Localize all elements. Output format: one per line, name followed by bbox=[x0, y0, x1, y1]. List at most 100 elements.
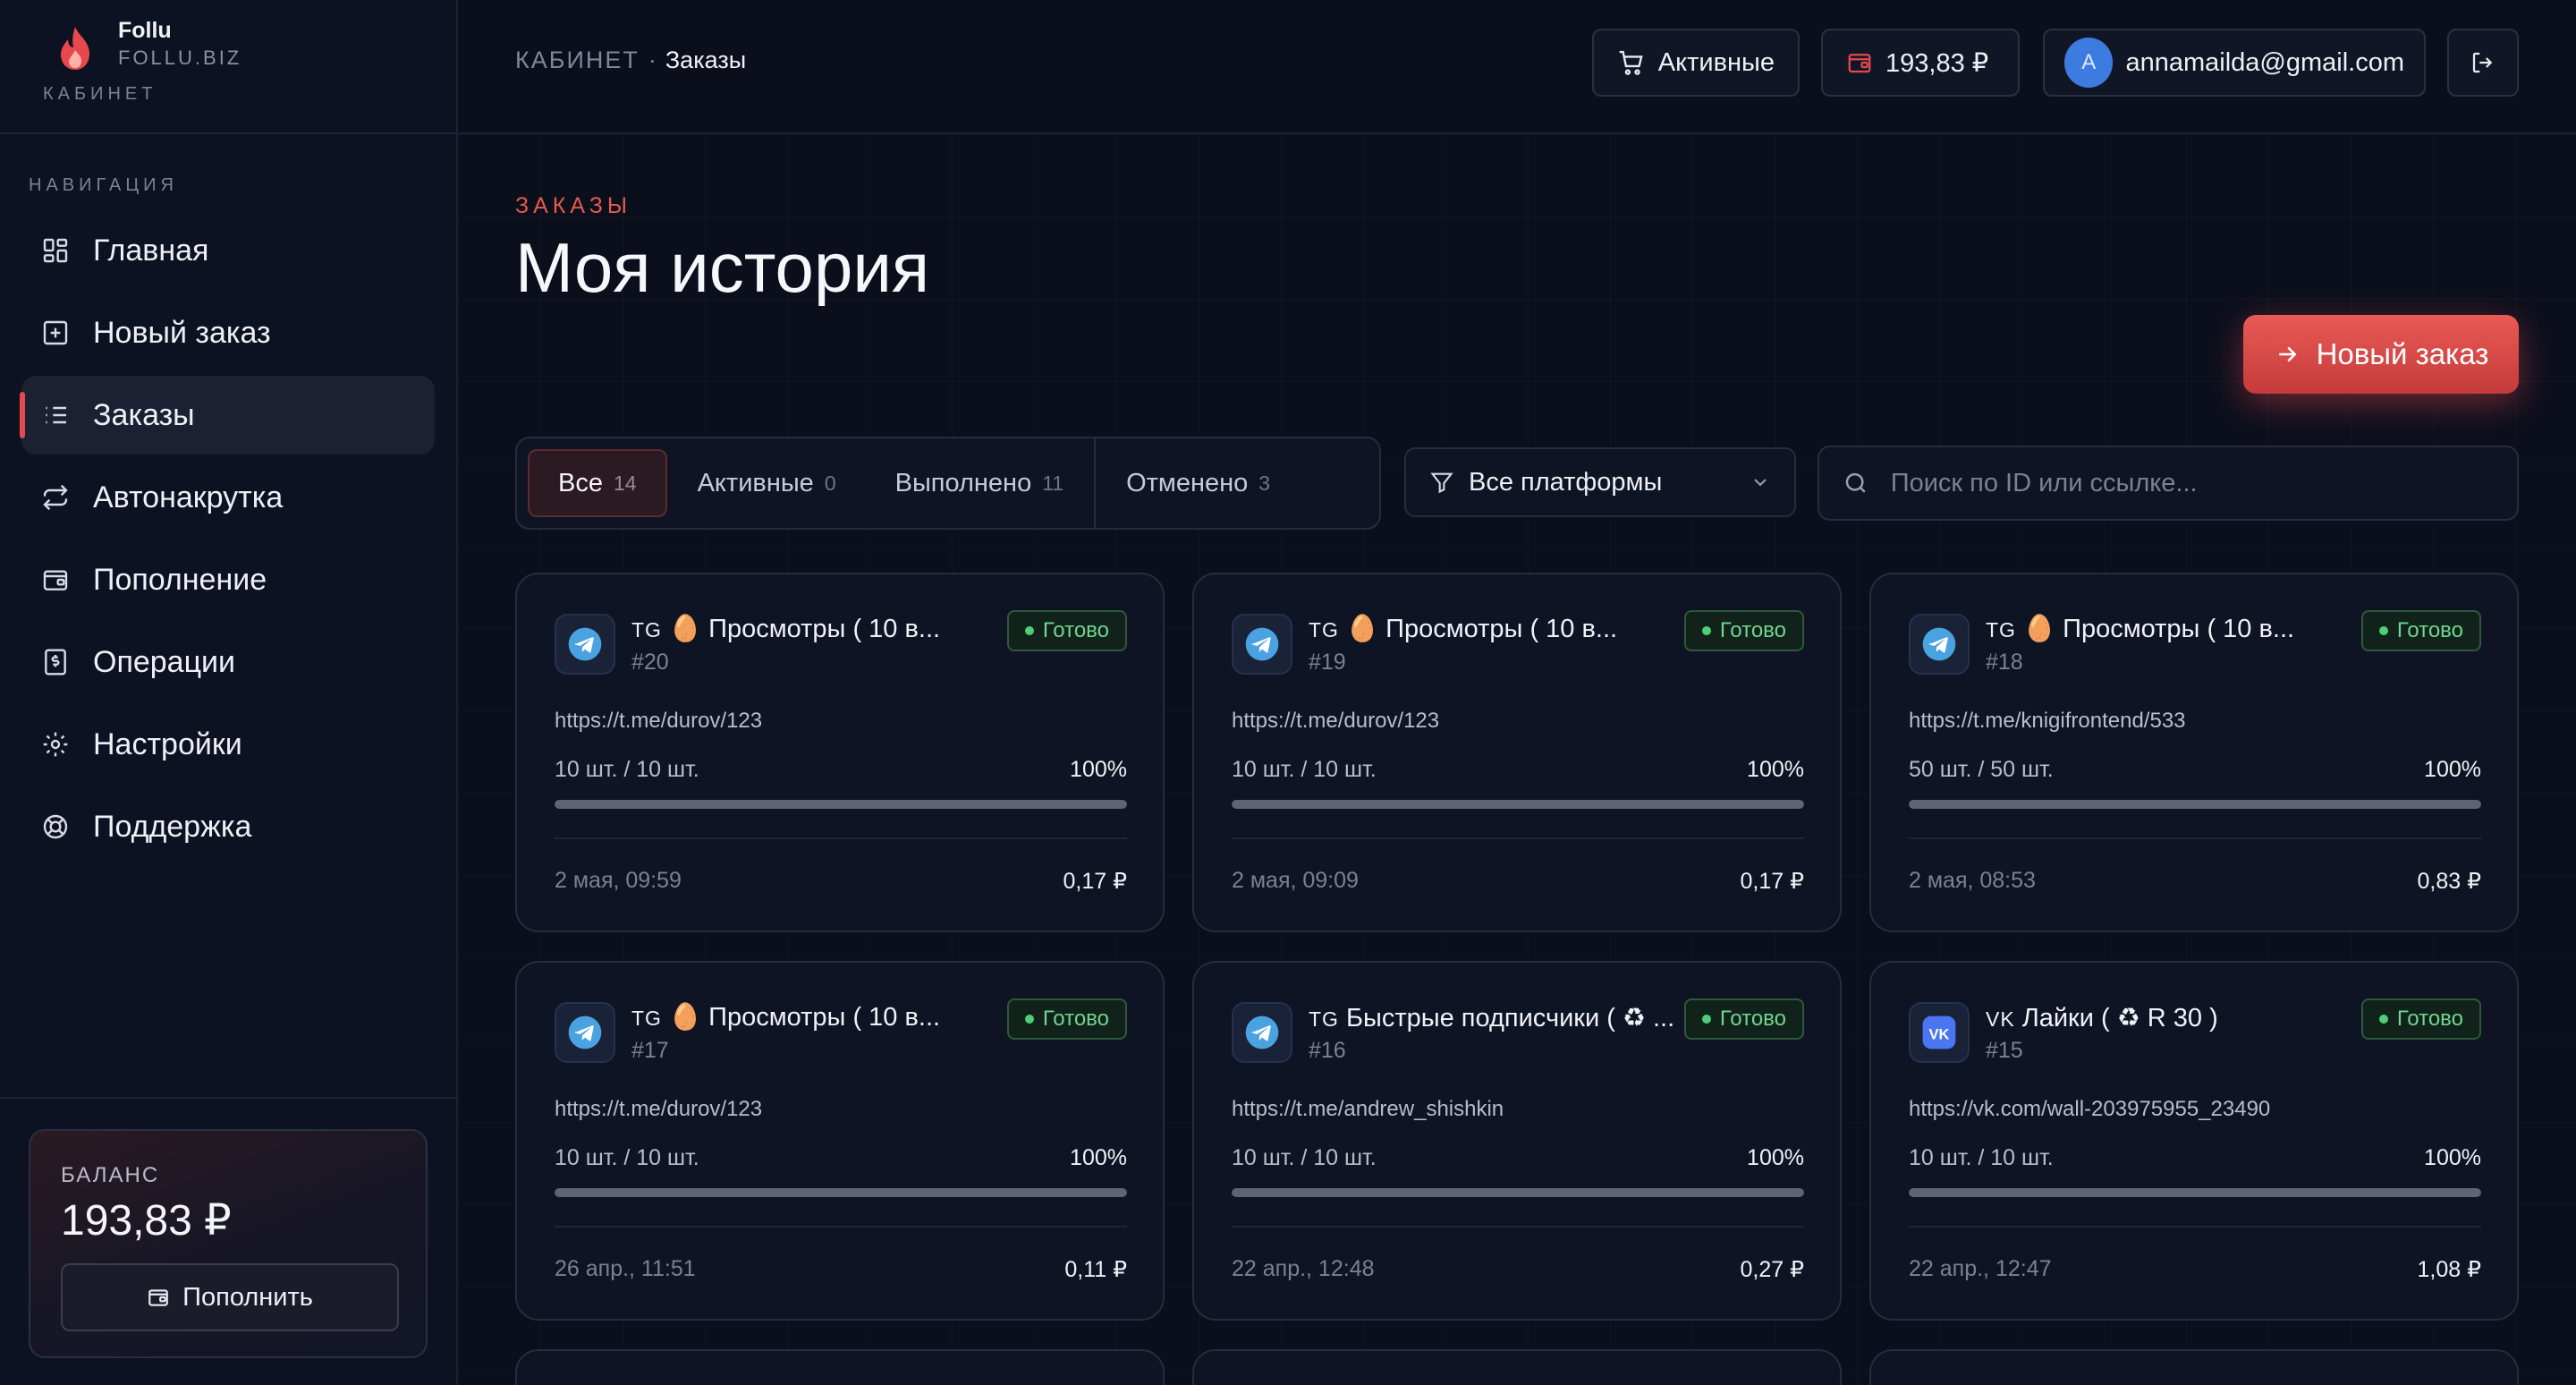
sidebar-item-home[interactable]: Главная bbox=[21, 211, 435, 290]
brand: Follu FOLLU.BIZ КАБИНЕТ bbox=[0, 0, 456, 134]
order-card[interactable]: TG 🥚 Просмотры ( 10 в... #18 Готово https… bbox=[1869, 573, 2519, 932]
plus-square-icon bbox=[43, 320, 68, 345]
order-link[interactable]: https://t.me/durov/123 bbox=[1232, 709, 1439, 734]
order-card[interactable]: VK VK Лайки ( ♻ R 30 ) #15 Готово https:/… bbox=[1869, 961, 2519, 1321]
sidebar-item-autoboost[interactable]: Автонакрутка bbox=[21, 458, 435, 537]
platform-icon-box bbox=[555, 1002, 615, 1063]
page-title: Моя история bbox=[515, 228, 930, 307]
progress-fill bbox=[1232, 1188, 1804, 1197]
sidebar-item-orders[interactable]: Заказы bbox=[20, 376, 435, 455]
list-icon bbox=[46, 406, 66, 424]
breadcrumb-root[interactable]: КАБИНЕТ bbox=[515, 47, 640, 73]
topbar: КАБИНЕТ · Заказы Активные 193,83 ₽ A annam… bbox=[458, 0, 2576, 134]
status-badge: Готово bbox=[2360, 610, 2481, 651]
tab-count: 14 bbox=[613, 471, 637, 495]
status-badge: Готово bbox=[1683, 998, 1804, 1040]
order-link[interactable]: https://t.me/durov/123 bbox=[555, 709, 762, 734]
status-dot bbox=[1701, 1015, 1711, 1024]
order-card-partial[interactable] bbox=[515, 1349, 1165, 1385]
order-percent: 100% bbox=[1747, 757, 1804, 782]
order-date: 2 мая, 09:09 bbox=[1232, 868, 1359, 893]
sidebar-item-label: Главная bbox=[93, 233, 209, 268]
progress-bar bbox=[1232, 800, 1804, 809]
order-service: 🥚 Просмотры ( 10 в... bbox=[2022, 615, 2295, 643]
card-divider bbox=[1909, 837, 2481, 839]
sidebar-footer: БАЛАНС 193,83 ₽ Пополнить bbox=[0, 1097, 458, 1385]
status-text: Готово bbox=[1042, 1007, 1109, 1031]
order-percent: 100% bbox=[2424, 1145, 2481, 1170]
order-id: #18 bbox=[1986, 650, 2023, 675]
logout-button[interactable] bbox=[2447, 29, 2519, 97]
order-title: TG 🥚 Просмотры ( 10 в... bbox=[1986, 614, 2361, 644]
account-button[interactable]: A annamailda@gmail.com bbox=[2043, 29, 2426, 97]
platform-select[interactable]: Все платформы bbox=[1404, 447, 1796, 517]
brand-name: Follu bbox=[118, 18, 172, 43]
new-order-button[interactable]: Новый заказ bbox=[2243, 315, 2519, 394]
order-link[interactable]: https://t.me/durov/123 bbox=[555, 1097, 762, 1122]
new-order-label: Новый заказ bbox=[2316, 337, 2489, 370]
telegram-icon bbox=[1922, 627, 1956, 661]
sidebar-item-label: Настройки bbox=[93, 726, 242, 761]
wallet-icon bbox=[1848, 54, 1871, 73]
platform-icon-box bbox=[1909, 614, 1970, 675]
tab-all[interactable]: Все 14 bbox=[528, 449, 667, 517]
tab-label: Выполнено bbox=[894, 468, 1032, 497]
order-card[interactable]: TG 🥚 Просмотры ( 10 в... #19 Готово https… bbox=[1192, 573, 1842, 932]
sidebar-item-settings[interactable]: Настройки bbox=[21, 705, 435, 784]
tab-count: 11 bbox=[1042, 471, 1064, 495]
order-platform: TG bbox=[1986, 618, 2016, 642]
receipt-icon bbox=[45, 649, 66, 676]
sidebar-item-support[interactable]: Поддержка bbox=[21, 787, 435, 866]
topup-button-label: Пополнить bbox=[182, 1282, 313, 1312]
search-input[interactable] bbox=[1890, 468, 2494, 498]
search-icon bbox=[1845, 472, 1866, 493]
order-card[interactable]: TG 🥚 Просмотры ( 10 в... #20 Готово https… bbox=[515, 573, 1165, 932]
card-divider bbox=[555, 837, 1127, 839]
tab-active[interactable]: Активные 0 bbox=[669, 449, 865, 517]
brand-section: КАБИНЕТ bbox=[43, 84, 157, 104]
sidebar-item-operations[interactable]: Операции bbox=[21, 623, 435, 701]
order-card[interactable]: TG Быстрые подписчики ( ♻ ... #16 Готово … bbox=[1192, 961, 1842, 1321]
chevron-down-icon bbox=[1754, 479, 1767, 487]
order-platform: TG bbox=[1309, 1007, 1339, 1031]
order-title: TG 🥚 Просмотры ( 10 в... bbox=[631, 1002, 1007, 1032]
order-card-partial[interactable] bbox=[1869, 1349, 2519, 1385]
breadcrumb-current: Заказы bbox=[665, 47, 747, 73]
status-text: Готово bbox=[1042, 618, 1109, 642]
sidebar-item-topup[interactable]: Пополнение bbox=[21, 540, 435, 619]
progress-bar bbox=[555, 1188, 1127, 1197]
progress-fill bbox=[1232, 800, 1804, 809]
status-text: Готово bbox=[2396, 618, 2463, 642]
tab-label: Все bbox=[558, 468, 603, 497]
active-orders-button[interactable]: Активные bbox=[1592, 29, 1800, 97]
order-id: #20 bbox=[631, 650, 669, 675]
order-price: 1,08 ₽ bbox=[2417, 1257, 2481, 1282]
sidebar-item-new-order[interactable]: Новый заказ bbox=[21, 293, 435, 372]
tab-completed[interactable]: Выполнено 11 bbox=[867, 449, 1092, 517]
card-divider bbox=[1232, 1226, 1804, 1228]
card-divider bbox=[555, 1226, 1127, 1228]
order-date: 22 апр., 12:47 bbox=[1909, 1256, 2052, 1281]
order-link[interactable]: https://t.me/knigifrontend/533 bbox=[1909, 709, 2186, 734]
order-card[interactable]: TG 🥚 Просмотры ( 10 в... #17 Готово https… bbox=[515, 961, 1165, 1321]
order-card-partial[interactable] bbox=[1192, 1349, 1842, 1385]
sidebar-item-label: Операции bbox=[93, 644, 236, 679]
progress-fill bbox=[1909, 800, 2481, 809]
active-orders-label: Активные bbox=[1657, 47, 1775, 77]
balance-button[interactable]: 193,83 ₽ bbox=[1821, 29, 2020, 97]
tab-cancelled[interactable]: Отменено 3 bbox=[1097, 449, 1299, 517]
order-quantity: 10 шт. / 10 шт. bbox=[1232, 757, 1377, 782]
order-link[interactable]: https://t.me/andrew_shishkin bbox=[1232, 1097, 1504, 1122]
order-link[interactable]: https://vk.com/wall-203975955_23490 bbox=[1909, 1097, 2270, 1122]
status-dot bbox=[1024, 626, 1034, 635]
order-percent: 100% bbox=[2424, 757, 2481, 782]
wallet-icon bbox=[148, 1289, 168, 1306]
order-id: #16 bbox=[1309, 1038, 1346, 1063]
order-title: TG 🥚 Просмотры ( 10 в... bbox=[1309, 614, 1684, 644]
breadcrumb-separator: · bbox=[648, 47, 657, 73]
sidebar-item-label: Пополнение bbox=[93, 562, 267, 597]
status-badge: Готово bbox=[2360, 998, 2481, 1040]
topup-button[interactable]: Пополнить bbox=[61, 1263, 399, 1331]
tab-count: 0 bbox=[824, 471, 836, 495]
brand-domain: FOLLU.BIZ bbox=[118, 47, 242, 69]
